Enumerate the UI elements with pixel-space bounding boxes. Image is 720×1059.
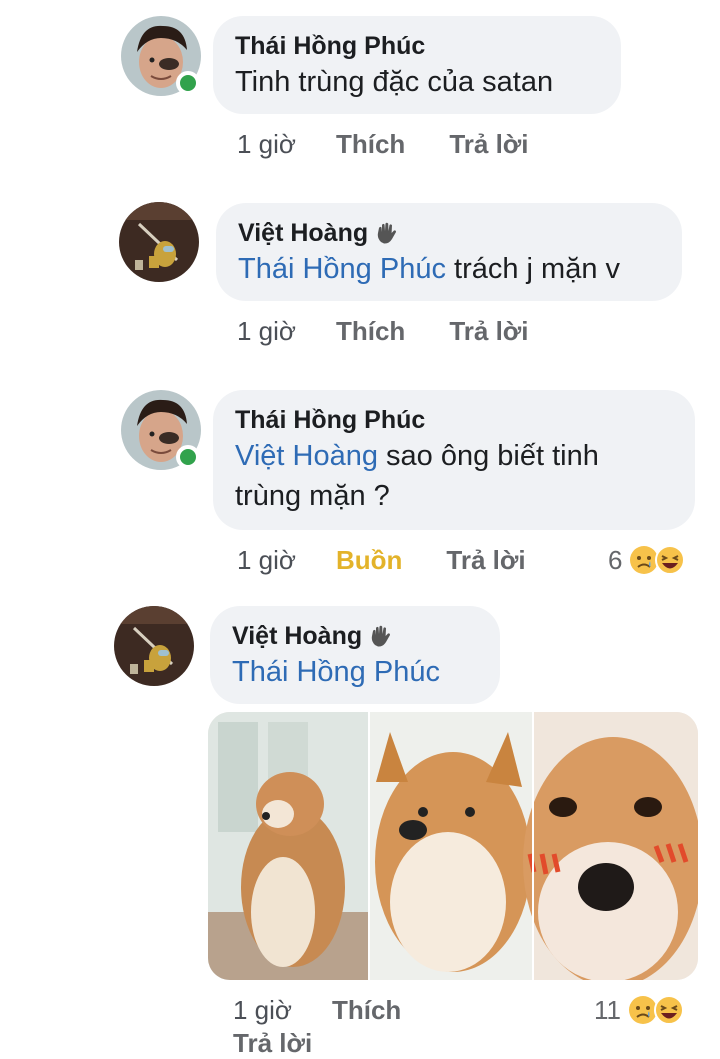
comment-text: Việt Hoàng sao ông biết tinh trùng mặn ? [235, 440, 599, 512]
comment-time[interactable]: 1 giờ [237, 545, 296, 576]
reaction-count: 6 [608, 544, 623, 575]
online-status-dot [176, 71, 200, 95]
reply-button[interactable]: Trả lời [449, 129, 528, 160]
like-button[interactable]: Thích [336, 129, 405, 160]
comment-author[interactable]: Việt Hoàng [238, 217, 660, 249]
comment-text: Thái Hồng Phúc [232, 652, 478, 692]
comment-bubble: Việt Hoàng Thái Hồng Phúc [210, 606, 500, 704]
mention-link[interactable]: Thái Hồng Phúc [232, 656, 440, 688]
comment-photo-attachment[interactable] [208, 712, 698, 980]
wave-hand-icon [374, 220, 400, 246]
like-button[interactable]: Thích [332, 995, 401, 1026]
comment-bubble: Thái Hồng Phúc Tinh trùng đặc của satan [213, 16, 621, 114]
reply-button[interactable]: Trả lời [449, 316, 528, 347]
comment-actions: 1 giờ Thích Trả lời [237, 311, 529, 351]
comment-bubble: Việt Hoàng Thái Hồng Phúc trách j mặn v [216, 203, 682, 301]
reply-button[interactable]: Trả lời [446, 545, 525, 576]
online-status-dot [176, 445, 200, 469]
comment-author[interactable]: Thái Hồng Phúc [235, 404, 673, 436]
reply-button[interactable]: Trả lời [233, 1028, 312, 1059]
my-reaction-sad-button[interactable]: Buồn [336, 545, 402, 576]
haha-emoji-icon [654, 544, 686, 576]
comment-text: Thái Hồng Phúc trách j mặn v [238, 253, 621, 285]
comment-actions: 1 giờ Thích Trả lời [237, 124, 529, 164]
avatar-viet-hoang[interactable] [119, 202, 199, 282]
mention-link[interactable]: Thái Hồng Phúc [238, 253, 446, 285]
comment-time[interactable]: 1 giờ [237, 129, 296, 160]
comment-text: Tinh trùng đặc của satan [235, 66, 554, 98]
comment-actions: 1 giờ Thích [233, 990, 401, 1030]
shiba-meme-image [208, 712, 698, 980]
comment-bubble: Thái Hồng Phúc Việt Hoàng sao ông biết t… [213, 390, 695, 530]
comment-author[interactable]: Thái Hồng Phúc [235, 30, 599, 62]
reaction-summary[interactable]: 11 [594, 990, 685, 1030]
reaction-count: 11 [594, 994, 621, 1025]
comment-time[interactable]: 1 giờ [233, 995, 292, 1026]
avatar-viet-hoang[interactable] [114, 606, 194, 686]
like-button[interactable]: Thích [336, 316, 405, 347]
wave-hand-icon [368, 623, 394, 649]
mention-link[interactable]: Việt Hoàng [235, 440, 378, 472]
comment-actions: 1 giờ Buồn Trả lời [237, 540, 526, 580]
reaction-summary[interactable]: 6 [608, 540, 686, 580]
haha-emoji-icon [653, 994, 685, 1026]
comment-author[interactable]: Việt Hoàng [232, 620, 478, 652]
comment-time[interactable]: 1 giờ [237, 316, 296, 347]
